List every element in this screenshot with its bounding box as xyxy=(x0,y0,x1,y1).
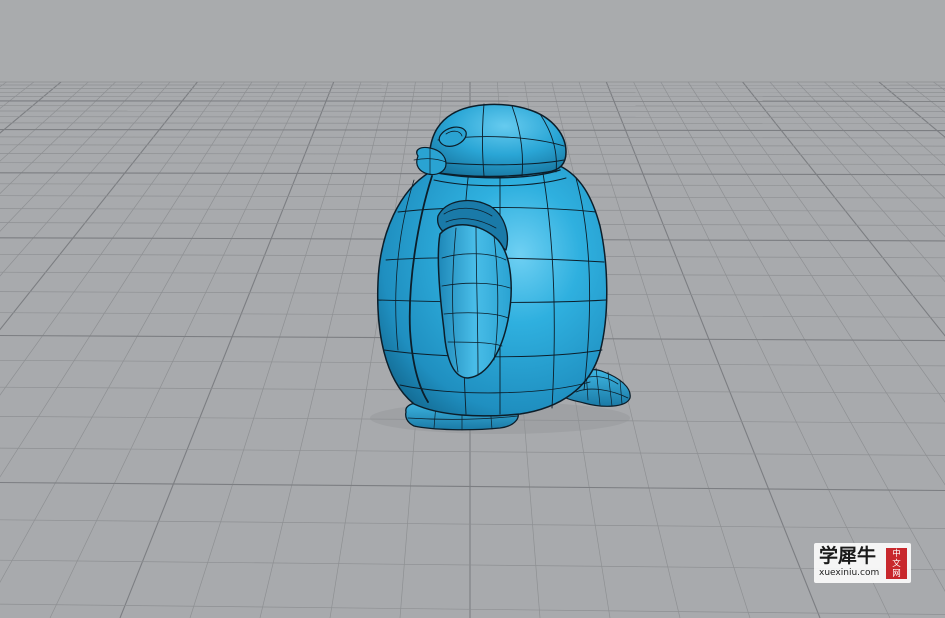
perspective-view[interactable] xyxy=(0,0,945,618)
watermark-seal: 中文网 xyxy=(886,548,907,579)
watermark-url: xuexiniu.com xyxy=(819,568,880,578)
watermark-logo: 学犀牛 xuexiniu.com 中文网 xyxy=(814,543,911,583)
watermark-chinese-text: 学犀牛 xyxy=(819,545,877,567)
rhino-viewport[interactable]: 学犀牛 xuexiniu.com 中文网 xyxy=(0,0,945,618)
backdrop xyxy=(0,0,945,82)
